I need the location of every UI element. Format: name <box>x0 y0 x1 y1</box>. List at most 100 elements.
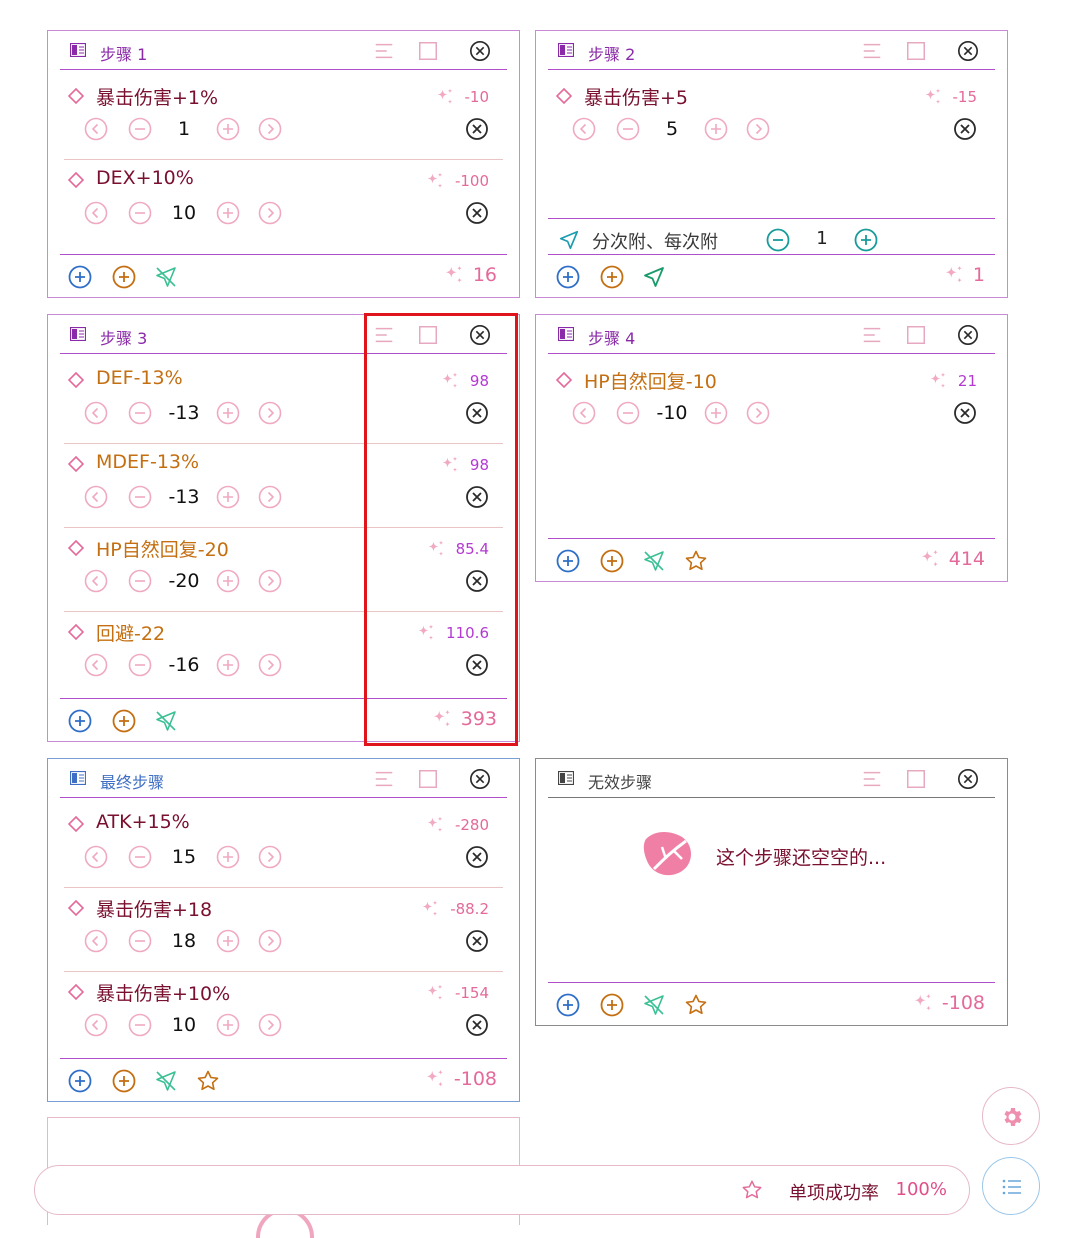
next-button[interactable] <box>746 401 770 425</box>
next-button[interactable] <box>258 569 282 593</box>
minus-button[interactable] <box>128 201 152 225</box>
plus-button[interactable] <box>216 569 240 593</box>
add-item-button[interactable] <box>68 1069 92 1093</box>
add-step-button[interactable] <box>112 1069 136 1093</box>
prev-button[interactable] <box>84 201 108 225</box>
checkbox-icon[interactable] <box>905 324 927 346</box>
book-icon <box>558 771 574 785</box>
prev-button[interactable] <box>84 845 108 869</box>
plus-button[interactable] <box>704 117 728 141</box>
remove-item-button[interactable] <box>465 117 489 141</box>
plus-button[interactable] <box>216 929 240 953</box>
minus-button[interactable] <box>128 929 152 953</box>
plus-button[interactable] <box>216 653 240 677</box>
plus-button[interactable] <box>216 1013 240 1037</box>
close-step-button[interactable] <box>957 324 979 346</box>
step-card-1: 步骤 1 暴击伤害+1% -10 1 DEX+10% -100 10 16 <box>47 30 520 298</box>
plus-button[interactable] <box>216 485 240 509</box>
remove-item-button[interactable] <box>953 401 977 425</box>
close-step-button[interactable] <box>469 768 491 790</box>
send-icon[interactable] <box>642 265 666 289</box>
close-step-button[interactable] <box>469 40 491 62</box>
settings-button[interactable] <box>982 1087 1040 1145</box>
next-button[interactable] <box>258 401 282 425</box>
prev-button[interactable] <box>84 569 108 593</box>
minus-button[interactable] <box>128 117 152 141</box>
next-button[interactable] <box>258 201 282 225</box>
add-step-button[interactable] <box>112 265 136 289</box>
list-item: 暴击伤害+18 -88.2 18 <box>64 887 503 972</box>
prev-button[interactable] <box>84 117 108 141</box>
next-button[interactable] <box>258 929 282 953</box>
checkbox-icon[interactable] <box>417 768 439 790</box>
close-step-button[interactable] <box>957 40 979 62</box>
checkbox-icon[interactable] <box>417 40 439 62</box>
next-button[interactable] <box>258 653 282 677</box>
plus-button[interactable] <box>216 401 240 425</box>
attach-plus-button[interactable] <box>854 228 878 252</box>
star-icon[interactable] <box>196 1069 220 1093</box>
next-button[interactable] <box>258 1013 282 1037</box>
add-step-button[interactable] <box>600 993 624 1017</box>
plus-button[interactable] <box>216 117 240 141</box>
prev-button[interactable] <box>84 653 108 677</box>
prev-button[interactable] <box>84 1013 108 1037</box>
send-off-icon[interactable] <box>154 1069 178 1093</box>
prev-button[interactable] <box>84 929 108 953</box>
minus-button[interactable] <box>128 1013 152 1037</box>
item-cost: -154 <box>425 983 489 1003</box>
send-off-icon[interactable] <box>642 993 666 1017</box>
close-step-button[interactable] <box>957 768 979 790</box>
plus-button[interactable] <box>216 845 240 869</box>
menu-button[interactable] <box>982 1157 1040 1215</box>
add-item-button[interactable] <box>68 265 92 289</box>
remove-item-button[interactable] <box>465 1013 489 1037</box>
minus-button[interactable] <box>128 653 152 677</box>
list-icon[interactable] <box>861 324 883 346</box>
next-button[interactable] <box>258 117 282 141</box>
checkbox-icon[interactable] <box>905 768 927 790</box>
minus-button[interactable] <box>128 569 152 593</box>
list-icon[interactable] <box>373 768 395 790</box>
minus-button[interactable] <box>616 401 640 425</box>
add-item-button[interactable] <box>556 993 580 1017</box>
remove-item-button[interactable] <box>465 201 489 225</box>
plus-button[interactable] <box>216 201 240 225</box>
next-button[interactable] <box>258 845 282 869</box>
add-item-button[interactable] <box>556 265 580 289</box>
star-icon[interactable] <box>684 993 708 1017</box>
prev-button[interactable] <box>572 401 596 425</box>
next-button[interactable] <box>746 117 770 141</box>
add-step-button[interactable] <box>112 709 136 733</box>
add-item-button[interactable] <box>68 709 92 733</box>
star-icon[interactable] <box>684 549 708 573</box>
step-card-4: 步骤 4 HP自然回复-10 21 -10 414 <box>535 314 1008 582</box>
plus-button[interactable] <box>704 401 728 425</box>
remove-item-button[interactable] <box>465 845 489 869</box>
next-button[interactable] <box>258 485 282 509</box>
list-icon[interactable] <box>861 40 883 62</box>
add-step-button[interactable] <box>600 549 624 573</box>
remove-item-button[interactable] <box>953 117 977 141</box>
prev-button[interactable] <box>572 117 596 141</box>
add-item-button[interactable] <box>556 549 580 573</box>
minus-button[interactable] <box>128 845 152 869</box>
minus-button[interactable] <box>128 485 152 509</box>
add-step-button[interactable] <box>600 265 624 289</box>
send-off-icon[interactable] <box>154 709 178 733</box>
minus-button[interactable] <box>128 401 152 425</box>
minus-button[interactable] <box>616 117 640 141</box>
attach-minus-button[interactable] <box>766 228 790 252</box>
send-off-icon[interactable] <box>154 265 178 289</box>
book-icon <box>558 327 574 341</box>
step-footer: -108 <box>60 1058 507 1101</box>
prev-button[interactable] <box>84 485 108 509</box>
remove-item-button[interactable] <box>465 929 489 953</box>
send-off-icon[interactable] <box>642 549 666 573</box>
prev-button[interactable] <box>84 401 108 425</box>
success-rate-value: 100% <box>895 1179 947 1200</box>
sparkle-icon <box>443 264 465 286</box>
list-icon[interactable] <box>373 40 395 62</box>
list-icon[interactable] <box>861 768 883 790</box>
checkbox-icon[interactable] <box>905 40 927 62</box>
